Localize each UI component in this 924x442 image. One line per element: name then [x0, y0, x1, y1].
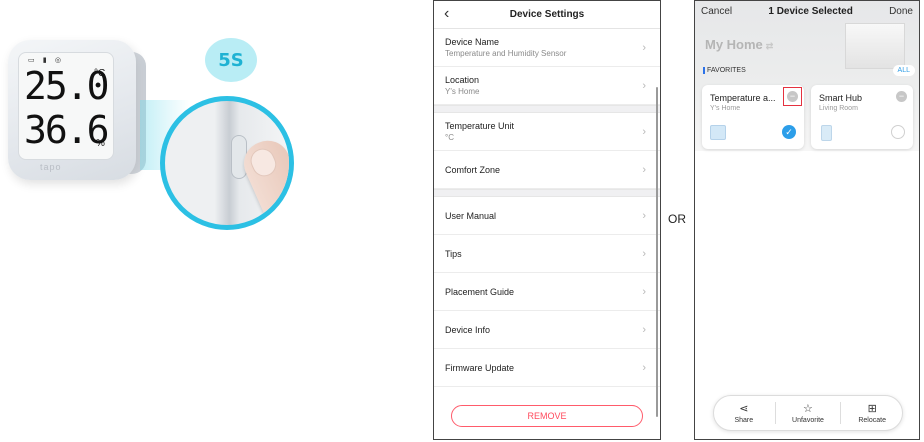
settings-row-device-name[interactable]: Device Name Temperature and Humidity Sen…	[434, 29, 660, 67]
settings-row-firmware-update[interactable]: Firmware Update ›	[434, 349, 660, 387]
row-label: Temperature Unit	[445, 121, 515, 131]
unselected-radio-icon[interactable]	[891, 125, 905, 139]
section-divider	[434, 189, 660, 197]
unfavorite-star-icon: ☆	[803, 402, 813, 415]
or-separator: OR	[668, 212, 686, 226]
chevron-right-icon: ›	[642, 209, 646, 222]
hub-device-icon	[821, 125, 832, 141]
row-label: Device Name	[445, 37, 500, 47]
chevron-right-icon: ›	[642, 323, 646, 336]
settings-row-comfort-zone[interactable]: Comfort Zone ›	[434, 151, 660, 189]
settings-row-location[interactable]: Location Y's Home ›	[434, 67, 660, 105]
device-settings-screen: ‹ Device Settings Device Name Temperatur…	[433, 0, 661, 440]
highlight-box	[783, 87, 802, 106]
swap-icon: ⇄	[765, 41, 774, 51]
row-label: Location	[445, 75, 480, 85]
device-card-smart-hub[interactable]: Smart Hub Living Room −	[811, 85, 913, 149]
press-duration-badge: 5S	[205, 38, 257, 82]
card-room-name: Living Room	[819, 105, 858, 112]
relocate-folder-icon: ⊞	[867, 402, 877, 415]
action-label: Relocate	[858, 416, 886, 424]
share-action[interactable]: ⋖ Share	[716, 403, 772, 424]
lcd-temperature-unit: °C	[94, 68, 106, 79]
remove-minus-icon[interactable]: −	[896, 91, 907, 102]
favorites-row: FAVORITES ALL	[703, 65, 915, 76]
row-label: Firmware Update	[445, 362, 515, 373]
row-value: °C	[445, 133, 454, 142]
share-icon: ⋖	[739, 402, 749, 415]
card-device-name: Temperature a...	[710, 93, 776, 103]
done-button[interactable]: Done	[889, 6, 913, 17]
section-divider	[434, 105, 660, 113]
chevron-right-icon: ›	[642, 163, 646, 176]
chevron-right-icon: ›	[642, 79, 646, 92]
row-label: Comfort Zone	[445, 164, 501, 175]
window-graphic	[845, 23, 905, 69]
action-divider	[839, 402, 841, 424]
settings-row-device-info[interactable]: Device Info ›	[434, 311, 660, 349]
unfavorite-action[interactable]: ☆ Unfavorite	[780, 403, 836, 424]
row-label: User Manual	[445, 210, 497, 221]
settings-row-placement-guide[interactable]: Placement Guide ›	[434, 273, 660, 311]
action-label: Unfavorite	[792, 416, 824, 424]
chevron-right-icon: ›	[642, 247, 646, 260]
all-tab[interactable]: ALL	[892, 65, 915, 76]
chevron-right-icon: ›	[642, 361, 646, 374]
favorites-label: FAVORITES	[703, 67, 746, 74]
scrollbar[interactable]	[656, 87, 658, 417]
button-zoom-callout	[160, 96, 294, 230]
settings-row-user-manual[interactable]: User Manual ›	[434, 197, 660, 235]
card-room-name: Y's Home	[710, 105, 741, 112]
back-chevron-icon[interactable]: ‹	[444, 5, 449, 23]
device-card-temperature-sensor[interactable]: Temperature a... Y's Home − ✓	[702, 85, 804, 149]
settings-header: ‹ Device Settings	[434, 1, 660, 29]
bottom-action-bar: ⋖ Share ☆ Unfavorite ⊞ Relocate	[713, 395, 903, 431]
row-label: Placement Guide	[445, 286, 515, 297]
remove-button[interactable]: REMOVE	[451, 405, 643, 427]
screen-status-icons: ▭ ▮ ◎	[28, 56, 65, 64]
selection-count-title: 1 Device Selected	[768, 5, 853, 17]
action-divider	[775, 402, 777, 424]
remove-wrapper: REMOVE	[434, 405, 660, 427]
home-select-screen: Cancel 1 Device Selected Done My Home ⇄ F…	[694, 0, 920, 440]
lcd-humidity-unit: %	[96, 138, 105, 149]
row-value: Y's Home	[445, 87, 480, 96]
card-device-name: Smart Hub	[819, 93, 863, 103]
chevron-right-icon: ›	[642, 41, 646, 54]
relocate-action[interactable]: ⊞ Relocate	[844, 403, 900, 424]
selection-topbar: Cancel 1 Device Selected Done	[695, 1, 919, 21]
device-illustration: ▭ ▮ ◎ 25.0 °C 36.6 % tapo 5S	[0, 0, 300, 240]
row-value: Temperature and Humidity Sensor	[445, 49, 567, 58]
settings-row-tips[interactable]: Tips ›	[434, 235, 660, 273]
fingernail	[246, 144, 281, 181]
chevron-right-icon: ›	[642, 125, 646, 138]
settings-row-temperature-unit[interactable]: Temperature Unit °C ›	[434, 113, 660, 151]
row-label: Tips	[445, 248, 462, 259]
lcd-humidity: 36.6	[24, 108, 110, 152]
row-label: Device Info	[445, 324, 491, 335]
action-label: Share	[734, 416, 754, 424]
home-title-text: My Home	[705, 37, 763, 52]
page-title: Device Settings	[509, 9, 585, 20]
selected-check-icon[interactable]: ✓	[782, 125, 796, 139]
chevron-right-icon: ›	[642, 285, 646, 298]
device-logo: tapo	[40, 162, 62, 172]
home-title[interactable]: My Home ⇄	[705, 37, 773, 52]
cancel-button[interactable]: Cancel	[701, 6, 732, 17]
sensor-device-icon	[710, 125, 726, 140]
